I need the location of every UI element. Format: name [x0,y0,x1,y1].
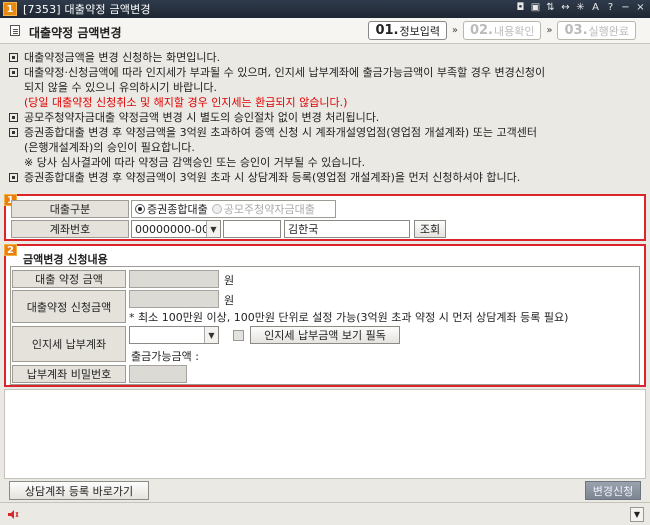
step-2-number: 02. [469,23,493,38]
stamp-tax-account-select[interactable]: ▼ [129,326,219,344]
payment-password-label: 납부계좌 비밀번호 [12,365,126,383]
step-1: 01. 정보입력 [368,21,447,40]
step-arrow-icon: » [546,25,553,36]
chevron-down-icon: ▼ [204,327,218,343]
step-1-label: 정보입력 [399,24,440,38]
chevron-down-icon: ▼ [633,510,641,519]
bullet-icon [9,53,18,62]
radio-selected-icon [135,204,145,214]
stamp-tax-account-label: 인지세 납부계좌 [12,326,126,362]
notice-list: 대출약정금액을 변경 신청하는 화면입니다. 대출약정·신청금액에 따라 인지세… [9,50,639,185]
help-icon[interactable]: ? [605,2,616,13]
screen-icon[interactable]: ▣ [530,2,541,13]
loan-amount-unit: 원 [224,274,235,287]
submit-change-button[interactable]: 변경신청 [585,481,641,500]
radio-icon [211,204,222,214]
chevron-down-icon: ▼ [206,221,220,237]
titlebar-icons: ◘ ▣ ⇅ ↔ ✳ A ? − × [515,2,646,13]
account-number-select[interactable]: 00000000-00 ▼ [131,220,221,238]
step-3-number: 03. [564,23,588,38]
step-3-label: 실행완료 [588,24,629,38]
account-password-input[interactable] [223,220,281,238]
stamp-tax-info-button[interactable]: 인지세 납부금액 보기 필독 [250,326,400,344]
bullet-icon [9,128,18,137]
loan-type-label: 대출구분 [11,200,129,218]
step-arrow-icon: » [451,25,459,36]
step-2-label: 내용확인 [494,24,535,38]
bullet-icon [9,173,18,182]
account-number-label: 계좌번호 [11,220,129,238]
request-amount-hint: * 최소 100만원 이상, 100만원 단위로 설정 가능(3억원 초과 약정… [129,311,569,324]
step-3: 03. 실행완료 [557,21,636,40]
settings-icon[interactable]: ✳ [575,2,586,13]
request-amount-label: 대출약정 신청금액 [12,290,126,323]
withdrawable-amount-label: 출금가능금액 : [131,350,199,363]
notice-line: 증권종합대출 변경 후 약정금액을 3억원 초과하여 증액 신청 시 계좌개설영… [9,125,639,140]
minimize-icon[interactable]: − [620,2,631,13]
notice-line: 증권종합대출 변경 후 약정금액이 3억원 초과 시 상담계좌 등록(영업점 개… [9,170,639,185]
account-section: 1 대출구분 증권종합대출 공모주청약자금대출 계좌번호 00000000-00… [4,194,646,241]
page-title: 대출약정 금액변경 [29,26,122,40]
sort-icon[interactable]: ⇅ [545,2,556,13]
notice-line-warning: (당일 대출약정 신청취소 및 해지할 경우 인지세는 환급되지 않습니다.) [24,96,348,109]
page-header: 대출약정 금액변경 01. 정보입력 » 02. 내용확인 » 03. 실행완료 [0,18,650,44]
bullet-icon [9,113,18,122]
loan-amount-label: 대출 약정 금액 [12,270,126,288]
stamp-tax-read-checkbox[interactable] [233,330,244,341]
loan-amount-field [129,270,219,288]
request-amount-input[interactable] [129,290,219,308]
notice-line: 대출약정금액을 변경 신청하는 화면입니다. [9,50,639,65]
speaker-icon[interactable] [7,509,19,520]
resize-icon[interactable]: ↔ [560,2,571,13]
step-2: 02. 내용확인 [462,21,542,40]
status-bar: ▼ [0,502,650,525]
step-indicator: 01. 정보입력 » 02. 내용확인 » 03. 실행완료 [368,21,636,40]
account-number-value: 00000000-00 [135,222,206,236]
payment-password-input[interactable] [129,365,187,383]
notice-line: ※ 당사 심사결과에 따라 약정금 감액승인 또는 승인이 거부될 수 있습니다… [24,156,366,169]
amount-change-section: 2 금액변경 신청내용 대출 약정 금액 원 대출약정 신청금액 원 * 최소 … [4,244,646,387]
notice-line: 공모주청약자금대출 약정금액 변경 시 별도의 승인절차 없이 변경 처리됩니다… [9,110,639,125]
window-number-badge: 1 [3,2,17,16]
notice-line: (은행개설계좌)의 승인이 필요합니다. [24,141,195,154]
loan-type-option-ipo[interactable]: 공모주청약자금대출 [211,201,315,217]
font-size-icon[interactable]: A [590,2,601,13]
loan-type-radio-group: 증권종합대출 공모주청약자금대출 [131,200,336,218]
close-icon[interactable]: × [635,2,646,13]
content-blank-area [4,389,646,479]
notice-line: 대출약정·신청금액에 따라 인지세가 부과될 수 있으며, 인지세 납부계좌에 … [9,65,639,80]
window-title: [7353] 대출약정 금액변경 [23,3,151,16]
link-icon[interactable]: ◘ [515,2,526,13]
account-holder-name: 김한국 [284,220,410,238]
request-amount-unit: 원 [224,294,235,307]
section-2-title: 금액변경 신청내용 [23,253,108,266]
document-icon [10,25,20,36]
status-dropdown[interactable]: ▼ [630,507,644,522]
bullet-icon [9,68,18,77]
notice-line: 되지 않을 수 있으니 유의하시기 바랍니다. [24,81,218,94]
step-1-number: 01. [375,23,399,38]
loan-type-option-securities[interactable]: 증권종합대출 [135,201,208,217]
section-2-badge: 2 [4,244,17,256]
consult-account-register-button[interactable]: 상담계좌 등록 바로가기 [9,481,149,500]
query-button[interactable]: 조회 [414,220,446,238]
window-titlebar: 1 [7353] 대출약정 금액변경 ◘ ▣ ⇅ ↔ ✳ A ? − × [0,0,650,18]
